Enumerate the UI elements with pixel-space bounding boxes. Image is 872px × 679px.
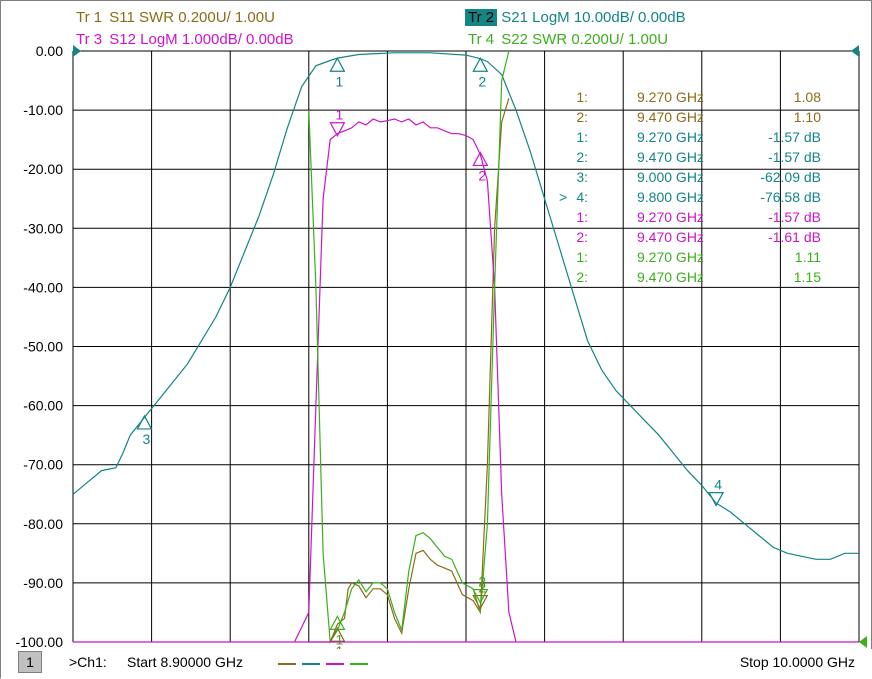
marker-table-value: 1.11	[795, 249, 821, 265]
vna-screen: Tr 1 S11 SWR 0.200U/ 1.00U Tr 2 S21 LogM…	[0, 0, 872, 679]
marker-table-value: -1.57 dB	[768, 149, 821, 165]
marker-table-number: 1:	[576, 89, 588, 105]
marker-table-number: 1:	[576, 249, 588, 265]
marker-number: 3	[143, 431, 151, 447]
y-axis-ticks: 0.00 -10.00 -20.00 -30.00 -40.00 -50.00 -60.00…	[16, 43, 64, 649]
marker-number: 1	[335, 631, 343, 647]
y-tick-label: -10.00	[23, 102, 63, 118]
channel-number-button[interactable]: 1	[18, 651, 42, 673]
channel-footer: 1 >Ch1: Start 8.90000 GHz Stop 10.0000 G…	[1, 649, 872, 679]
marker-number: 1	[335, 107, 343, 123]
markers: 1212341212	[136, 57, 725, 649]
reference-arrow-left-tr2	[73, 45, 81, 57]
marker-number: 2	[478, 167, 486, 183]
y-tick-label: -100.00	[16, 634, 64, 649]
marker-table-number: 2:	[576, 229, 588, 245]
y-tick-label: -90.00	[23, 575, 63, 591]
grid	[72, 50, 860, 643]
reference-arrow-right-tr2	[851, 45, 859, 57]
marker-table-frequency: 9.270 GHz	[637, 249, 704, 265]
trace-color-swatches	[278, 663, 368, 665]
marker-table-frequency: 9.470 GHz	[637, 109, 704, 125]
marker-number: 1	[335, 73, 343, 89]
marker-table-number: 2:	[576, 109, 588, 125]
marker-table-number: 2:	[576, 269, 588, 285]
y-tick-label: -30.00	[23, 220, 63, 236]
channel-label: >Ch1:	[69, 654, 107, 670]
marker-table-frequency: 9.270 GHz	[637, 89, 704, 105]
marker-table-value: 1.15	[794, 269, 821, 285]
y-tick-label: -60.00	[23, 398, 63, 414]
marker-table-number: 1:	[576, 209, 588, 225]
marker-table-number: 4:	[576, 189, 588, 205]
y-tick-label: -80.00	[23, 516, 63, 532]
marker-table-value: -1.57 dB	[768, 209, 821, 225]
marker-number: 4	[714, 477, 722, 493]
y-tick-label: -20.00	[23, 161, 63, 177]
y-tick-label: -70.00	[23, 457, 63, 473]
marker-table-value: 1.08	[794, 89, 821, 105]
marker-table-frequency: 9.800 GHz	[637, 189, 704, 205]
marker-table-number: 1:	[576, 129, 588, 145]
marker-table-frequency: 9.270 GHz	[637, 209, 704, 225]
start-frequency[interactable]: Start 8.90000 GHz	[127, 654, 243, 670]
measurement-chart[interactable]: 0.00 -10.00 -20.00 -30.00 -40.00 -50.00 -60.00…	[1, 1, 872, 649]
marker-number: 2	[478, 73, 486, 89]
stop-frequency[interactable]: Stop 10.0000 GHz	[740, 654, 855, 670]
marker-table: 1: 9.270 GHz 1.08 2: 9.470 GHz 1.10 1: 9.270 GH…	[559, 89, 821, 285]
marker-table-frequency: 9.000 GHz	[637, 169, 704, 185]
marker-table-frequency: 9.470 GHz	[637, 229, 704, 245]
marker-table-value: -76.58 dB	[760, 189, 821, 205]
marker-table-active-indicator: >	[559, 189, 567, 205]
y-tick-label: 0.00	[36, 43, 63, 59]
reference-arrow-right-tr4	[859, 636, 867, 648]
marker-table-frequency: 9.470 GHz	[637, 149, 704, 165]
marker-table-number: 2:	[576, 149, 588, 165]
marker-table-value: -62.09 dB	[760, 169, 821, 185]
y-tick-label: -50.00	[23, 339, 63, 355]
marker-table-number: 3:	[576, 169, 588, 185]
marker-table-value: 1.10	[794, 109, 821, 125]
y-tick-label: -40.00	[23, 279, 63, 295]
marker-table-value: -1.61 dB	[768, 229, 821, 245]
marker-table-frequency: 9.470 GHz	[637, 269, 704, 285]
marker-table-frequency: 9.270 GHz	[637, 129, 704, 145]
marker-table-value: -1.57 dB	[768, 129, 821, 145]
marker-number: 2	[478, 574, 486, 590]
